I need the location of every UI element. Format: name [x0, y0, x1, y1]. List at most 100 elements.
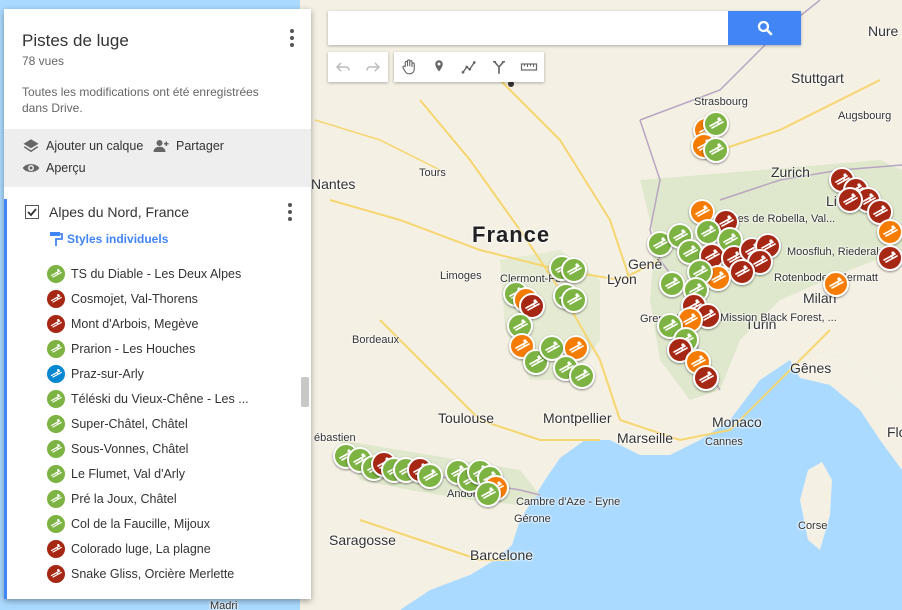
city-label: Barcelone	[470, 547, 534, 563]
search-input[interactable]	[328, 11, 728, 45]
city-label: Limoges	[440, 270, 482, 282]
ruler-icon	[520, 63, 538, 71]
feature-list-item[interactable]: Pré la Joux, Châtel	[7, 486, 311, 511]
poi-label: Cambre d'Aze - Eyne	[516, 496, 621, 508]
search-button[interactable]	[728, 11, 801, 45]
feature-list-item[interactable]: Sous-Vonnes, Châtel	[7, 436, 311, 461]
redo-button[interactable]	[358, 52, 388, 82]
add-route-button[interactable]	[484, 52, 514, 82]
share-button[interactable]: Partager	[152, 137, 224, 155]
measure-button[interactable]	[514, 52, 544, 82]
sled-icon	[513, 319, 528, 331]
feature-list-item[interactable]: Le Flumet, Val d'Arly	[7, 461, 311, 486]
city-label: Genè	[628, 256, 663, 272]
city-label: Lyon	[607, 271, 637, 287]
city-label: ébastien	[314, 432, 356, 444]
layer-section: Alpes du Nord, France Styles individuels…	[4, 199, 311, 599]
search-bar	[328, 11, 801, 45]
feature-list-item[interactable]: Praz-sur-Arly	[7, 361, 311, 386]
history-group	[328, 52, 388, 82]
feature-label: Snake Gliss, Orcière Merlette	[71, 566, 235, 581]
sled-run-marker[interactable]	[561, 257, 587, 283]
draw-line-icon	[461, 61, 476, 74]
sled-icon	[47, 414, 65, 433]
dot	[288, 202, 292, 207]
country-label-france: France	[472, 222, 551, 247]
layer-options-button[interactable]	[283, 201, 297, 223]
preview-button[interactable]: Aperçu	[22, 159, 86, 177]
sled-run-marker[interactable]	[729, 259, 755, 285]
sled-run-marker[interactable]	[693, 365, 719, 391]
sled-run-marker[interactable]	[659, 271, 685, 297]
sled-icon	[481, 487, 496, 499]
city-label: Strasbourg	[694, 96, 748, 108]
add-layer-button[interactable]: Ajouter un calque	[22, 137, 143, 155]
route-icon	[493, 61, 505, 74]
layer-header: Alpes du Nord, France	[7, 199, 311, 225]
sled-run-marker[interactable]	[561, 287, 587, 313]
feature-list-item[interactable]: Téléski du Vieux-Chêne - Les ...	[7, 386, 311, 411]
city-label: Montpellier	[543, 410, 612, 426]
view-count: 78 vues	[22, 54, 65, 68]
layer-visibility-checkbox[interactable]	[25, 205, 39, 219]
sled-run-marker[interactable]	[877, 245, 902, 271]
feature-label: Mont d'Arbois, Megève	[71, 316, 199, 331]
sled-run-marker[interactable]	[877, 219, 902, 245]
edit-tools-group	[394, 52, 544, 82]
sled-icon	[883, 225, 898, 237]
eye-icon	[22, 164, 40, 172]
feature-list-item[interactable]: Super-Châtel, Châtel	[7, 411, 311, 436]
sled-icon	[47, 314, 65, 333]
feature-list-item[interactable]: Mont d'Arbois, Megève	[7, 311, 311, 336]
feature-list-item[interactable]: Col de la Faucille, Mijoux	[7, 511, 311, 536]
sled-icon	[883, 251, 898, 263]
sled-icon	[47, 489, 65, 508]
sled-icon	[873, 205, 888, 217]
sled-run-marker[interactable]	[417, 463, 443, 489]
draw-line-button[interactable]	[454, 52, 484, 82]
feature-label: Super-Châtel, Châtel	[71, 416, 188, 431]
city-label: Stuttgart	[791, 70, 844, 86]
sled-run-marker[interactable]	[823, 271, 849, 297]
map-options-button[interactable]	[285, 27, 299, 49]
feature-list-item[interactable]: Snake Gliss, Orcière Merlette	[7, 561, 311, 586]
feature-list-item[interactable]: TS du Diable - Les Deux Alpes	[7, 261, 311, 286]
sled-icon	[665, 277, 680, 289]
pan-tool-button[interactable]	[394, 52, 424, 82]
paint-roller-icon	[50, 232, 63, 246]
sled-icon	[683, 313, 698, 325]
sled-icon	[569, 341, 584, 353]
sled-icon	[47, 439, 65, 458]
add-marker-button[interactable]	[424, 52, 454, 82]
sled-icon	[701, 225, 716, 237]
map-actions: Ajouter un calque Partager Aperçu	[4, 129, 311, 187]
scrollbar-thumb[interactable]	[301, 377, 309, 407]
feature-list-item[interactable]: Colorado luge, La plagne	[7, 536, 311, 561]
feature-label: Cosmojet, Val-Thorens	[71, 291, 198, 306]
city-label: Corse	[798, 520, 828, 532]
map-legend-panel: Pistes de luge 78 vues Toutes les modifi…	[4, 9, 311, 599]
layer-style-button[interactable]: Styles individuels	[49, 231, 311, 247]
sled-icon	[829, 277, 844, 289]
sled-run-marker[interactable]	[569, 363, 595, 389]
layer-name[interactable]: Alpes du Nord, France	[49, 204, 189, 220]
sled-run-marker[interactable]	[475, 481, 501, 507]
map-title[interactable]: Pistes de luge	[22, 31, 293, 51]
feature-list-item[interactable]: Cosmojet, Val-Thorens	[7, 286, 311, 311]
marker-icon	[435, 60, 443, 72]
undo-button[interactable]	[328, 52, 358, 82]
sled-icon	[699, 371, 714, 383]
feature-label: Col de la Faucille, Mijoux	[71, 516, 210, 531]
sled-run-marker[interactable]	[703, 137, 729, 163]
add-person-icon	[153, 140, 169, 152]
sled-icon	[423, 469, 438, 481]
sled-icon	[47, 514, 65, 533]
feature-label: Colorado luge, La plagne	[71, 541, 211, 556]
sled-icon	[47, 289, 65, 308]
sled-run-marker[interactable]	[837, 187, 863, 213]
feature-label: Praz-sur-Arly	[71, 366, 144, 381]
sled-icon	[545, 341, 560, 353]
checkmark-icon	[27, 208, 37, 217]
feature-list-item[interactable]: Prarion - Les Houches	[7, 336, 311, 361]
city-label: Augsbourg	[838, 110, 892, 122]
